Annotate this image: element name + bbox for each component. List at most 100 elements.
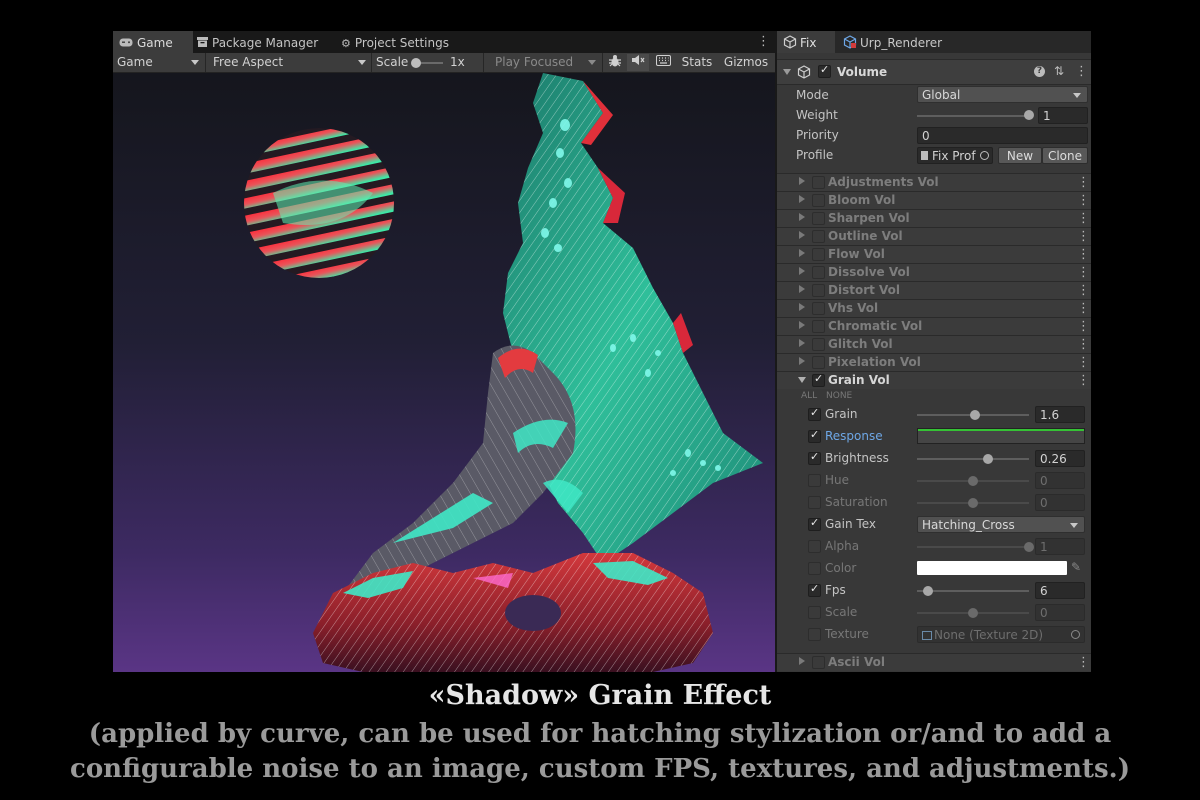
gizmos-button[interactable]: Gizmos (719, 54, 773, 71)
property-slider-handle[interactable] (968, 498, 978, 508)
mode-dropdown[interactable]: Global (917, 86, 1088, 103)
clone-profile-button[interactable]: Clone (1042, 147, 1088, 164)
help-icon[interactable]: ? (1034, 66, 1045, 77)
tab-urp-renderer[interactable]: Urp_Renderer (843, 31, 963, 53)
property-toggle-checkbox[interactable] (808, 406, 821, 421)
volume-row[interactable]: Dissolve Vol ⋮ (777, 263, 1091, 281)
ascii-vol-enabled-checkbox[interactable] (812, 656, 825, 669)
property-slider-handle[interactable] (968, 608, 978, 618)
kebab-menu-icon[interactable]: ⋮ (1077, 265, 1090, 281)
collapsed-arrow-icon[interactable] (799, 321, 805, 329)
object-picker-icon[interactable] (980, 151, 989, 160)
stats-button[interactable]: Stats (678, 54, 716, 71)
property-toggle-checkbox[interactable] (808, 516, 821, 531)
volume-row[interactable]: Distort Vol ⋮ (777, 281, 1091, 299)
collapsed-arrow-icon[interactable] (799, 177, 805, 185)
collapsed-arrow-icon[interactable] (799, 657, 805, 665)
tab-game[interactable]: Game (113, 31, 193, 53)
kebab-menu-icon[interactable]: ⋮ (1075, 64, 1088, 80)
property-value-field[interactable]: 6 (1035, 582, 1085, 599)
property-slider-handle[interactable] (923, 586, 934, 596)
volume-enabled-checkbox[interactable] (812, 212, 825, 225)
mute-audio-icon[interactable] (627, 54, 649, 71)
property-value-field[interactable]: 0 (1035, 472, 1085, 489)
collapsed-arrow-icon[interactable] (799, 213, 805, 221)
volume-enabled-checkbox[interactable] (812, 248, 825, 261)
volume-enabled-checkbox[interactable] (818, 63, 831, 78)
kebab-menu-icon[interactable]: ⋮ (1077, 211, 1090, 227)
property-slider-handle[interactable] (970, 410, 981, 420)
kebab-menu-icon[interactable]: ⋮ (757, 34, 770, 50)
volume-enabled-checkbox[interactable] (812, 320, 825, 333)
weight-slider-handle[interactable] (1024, 110, 1034, 120)
object-picker-icon[interactable] (1071, 630, 1080, 639)
volume-row[interactable]: Vhs Vol ⋮ (777, 299, 1091, 317)
kebab-menu-icon[interactable]: ⋮ (1077, 337, 1090, 353)
preset-sliders-icon[interactable]: ⇅ (1054, 64, 1064, 78)
kebab-menu-icon[interactable]: ⋮ (1077, 373, 1090, 389)
property-dropdown[interactable]: Hatching_Cross (917, 516, 1085, 533)
property-slider-track[interactable] (917, 546, 1029, 548)
collapsed-arrow-icon[interactable] (799, 195, 805, 203)
property-slider-handle[interactable] (982, 454, 993, 464)
kebab-menu-icon[interactable]: ⋮ (1077, 319, 1090, 335)
property-toggle-checkbox[interactable] (808, 540, 821, 553)
collapsed-arrow-icon[interactable] (799, 339, 805, 347)
grain-vol-enabled-checkbox[interactable] (812, 372, 825, 387)
play-mode-dropdown[interactable]: Play Focused (495, 53, 573, 72)
property-value-field[interactable]: 1 (1035, 538, 1085, 555)
eyedropper-icon[interactable]: ✎ (1071, 560, 1081, 574)
kebab-menu-icon[interactable]: ⋮ (1077, 301, 1090, 317)
volume-enabled-checkbox[interactable] (812, 338, 825, 351)
collapsed-arrow-icon[interactable] (799, 231, 805, 239)
keyboard-icon[interactable] (651, 54, 675, 71)
collapsed-arrow-icon[interactable] (799, 249, 805, 257)
volume-row[interactable]: Outline Vol ⋮ (777, 227, 1091, 245)
volume-enabled-checkbox[interactable] (812, 284, 825, 297)
priority-field[interactable]: 0 (917, 127, 1088, 144)
tab-project-settings[interactable]: ⚙ Project Settings (335, 31, 481, 53)
grain-vol-header[interactable]: Grain Vol ⋮ (777, 371, 1091, 389)
volume-enabled-checkbox[interactable] (812, 176, 825, 189)
property-slider-track[interactable] (917, 590, 1029, 592)
ascii-vol-header[interactable]: Ascii Vol ⋮ (777, 653, 1091, 671)
kebab-menu-icon[interactable]: ⋮ (1077, 655, 1090, 671)
kebab-menu-icon[interactable]: ⋮ (1077, 247, 1090, 263)
volume-enabled-checkbox[interactable] (812, 302, 825, 315)
property-value-field[interactable]: 0 (1035, 494, 1085, 511)
texture-object-field[interactable]: None (Texture 2D) (917, 626, 1085, 643)
kebab-menu-icon[interactable]: ⋮ (1077, 175, 1090, 191)
collapsed-arrow-icon[interactable] (799, 357, 805, 365)
volume-enabled-checkbox[interactable] (812, 266, 825, 279)
property-toggle-checkbox[interactable] (808, 428, 821, 443)
property-slider-track[interactable] (917, 458, 1029, 460)
property-slider-handle[interactable] (968, 476, 978, 486)
response-curve-field[interactable] (917, 428, 1085, 444)
color-swatch[interactable] (917, 561, 1067, 575)
new-profile-button[interactable]: New (998, 147, 1042, 164)
volume-row[interactable]: Sharpen Vol ⋮ (777, 209, 1091, 227)
kebab-menu-icon[interactable]: ⋮ (1077, 355, 1090, 371)
kebab-menu-icon[interactable]: ⋮ (1077, 229, 1090, 245)
property-toggle-checkbox[interactable] (808, 450, 821, 465)
collapsed-arrow-icon[interactable] (799, 285, 805, 293)
profile-object-field[interactable]: Fix Prof (917, 147, 993, 164)
volume-component-header[interactable]: Volume ? ⇅ ⋮ (777, 59, 1091, 85)
property-toggle-checkbox[interactable] (808, 582, 821, 597)
property-value-field[interactable]: 0.26 (1035, 450, 1085, 467)
expand-arrow-icon[interactable] (798, 377, 806, 383)
bug-icon[interactable] (604, 54, 626, 71)
volume-enabled-checkbox[interactable] (812, 194, 825, 207)
property-toggle-checkbox[interactable] (808, 474, 821, 487)
property-value-field[interactable]: 1.6 (1035, 406, 1085, 423)
property-toggle-checkbox[interactable] (808, 562, 821, 575)
property-slider-handle[interactable] (1024, 542, 1034, 552)
kebab-menu-icon[interactable]: ⋮ (1077, 283, 1090, 299)
tab-package-manager[interactable]: Package Manager (191, 31, 337, 53)
display-dropdown[interactable]: Game (117, 53, 153, 72)
volume-row[interactable]: Bloom Vol ⋮ (777, 191, 1091, 209)
weight-slider-track[interactable] (917, 115, 1029, 117)
volume-enabled-checkbox[interactable] (812, 230, 825, 243)
volume-row[interactable]: Adjustments Vol ⋮ (777, 173, 1091, 191)
volume-enabled-checkbox[interactable] (812, 356, 825, 369)
